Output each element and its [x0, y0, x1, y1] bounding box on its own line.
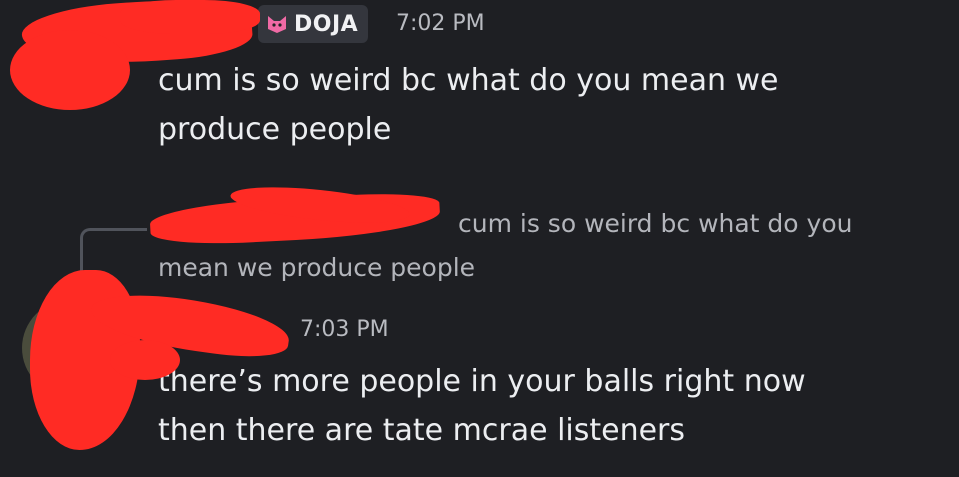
redaction-mark [120, 0, 260, 34]
reply-preview-line: cum is so weird bc what do you [458, 209, 853, 238]
message-content: there’s more people in your balls right … [158, 357, 938, 455]
server-tag-label: DOJA [294, 11, 359, 37]
message-line: produce people [158, 112, 392, 147]
message-timestamp: 7:03 PM [300, 317, 389, 342]
message-line: cum is so weird bc what do you mean we [158, 63, 779, 98]
message-line: then there are tate mcrae listeners [158, 413, 686, 448]
message-timestamp: 7:02 PM [396, 11, 485, 36]
message-line: there’s more people in your balls right … [158, 364, 806, 399]
cat-icon [266, 14, 288, 34]
message-content: cum is so weird bc what do you mean we p… [158, 56, 938, 154]
server-tag[interactable]: DOJA [258, 5, 369, 43]
redaction-mark [10, 30, 130, 110]
chat-view: DOJA 7:02 PM cum is so weird bc what do … [0, 0, 959, 477]
redaction-mark [110, 340, 180, 380]
reply-preview-line: mean we produce people [158, 253, 476, 282]
